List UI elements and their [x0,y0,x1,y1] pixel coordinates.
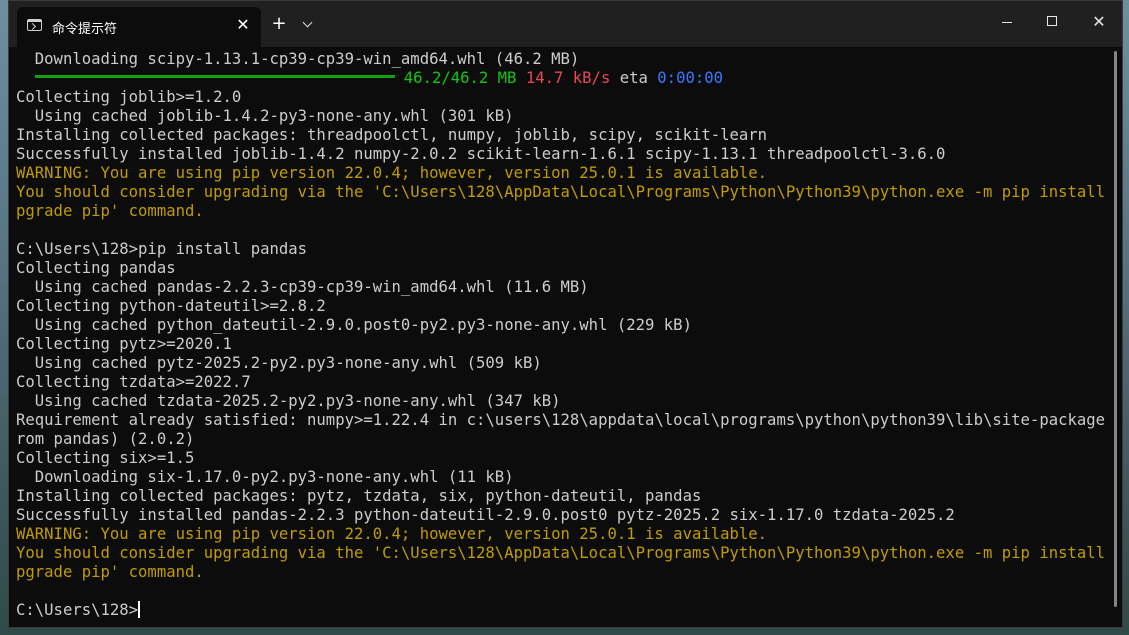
chevron-down-icon [302,17,313,28]
line-text: Collecting joblib>=1.2.0 [16,88,242,106]
tab-dropdown-button[interactable] [297,14,319,36]
console-line: Using cached joblib-1.4.2-py3-none-any.w… [16,107,1106,126]
line-text: Using cached joblib-1.4.2-py3-none-any.w… [16,107,514,125]
console-output[interactable]: Downloading scipy-1.13.1-cp39-cp39-win_a… [16,50,1106,625]
console-line: Collecting tzdata>=2022.7 [16,373,1106,392]
eta-value: 0:00:00 [657,69,724,87]
console-line: Downloading six-1.17.0-py2.py3-none-any.… [16,468,1106,487]
eta-label: eta [619,69,648,87]
console-line: Collecting python-dateutil>=2.8.2 [16,297,1106,316]
new-tab-button[interactable]: + [267,14,291,36]
download-size: 46.2/46.2 MB [403,69,517,87]
line-text: Using cached pytz-2025.2-py2.py3-none-an… [16,354,542,372]
line-text: Collecting pandas [16,259,176,277]
line-text: Installing collected packages: threadpoo… [16,126,768,144]
console-line: rom pandas) (2.0.2) [16,430,1106,449]
terminal-window: 命令提示符 ✕ + ✕ Downloading scipy-1.13.1-cp3… [8,0,1123,628]
tab-title: 命令提示符 [52,22,118,37]
line-text: Collecting tzdata>=2022.7 [16,373,251,391]
line-text: Successfully installed joblib-1.4.2 nump… [16,145,946,163]
console-line: Collecting joblib>=1.2.0 [16,88,1106,107]
maximize-button[interactable] [1030,7,1076,37]
progress-line: 46.2/46.2 MB 14.7 kB/s eta 0:00:00 [16,69,1106,88]
line-text: Collecting six>=1.5 [16,449,195,467]
text-cursor [138,601,141,618]
line-text: rom pandas) (2.0.2) [16,430,195,448]
terminal-icon [27,19,42,31]
console-line: pgrade pip' command. [16,563,1106,582]
console-line: Using cached tzdata-2025.2-py2.py3-none-… [16,392,1106,411]
warning-text: WARNING: You are using pip version 22.0.… [16,525,768,543]
download-progress-bar [34,75,395,78]
console-line: pgrade pip' command. [16,202,1106,221]
tab-command-prompt[interactable]: 命令提示符 ✕ [17,7,261,47]
warning-text: You should consider upgrading via the 'C… [16,183,1106,201]
line-text: Using cached python_dateutil-2.9.0.post0… [16,316,692,334]
minimize-icon [1002,22,1012,23]
console-line: Using cached pytz-2025.2-py2.py3-none-an… [16,354,1106,373]
console-line: Collecting pandas [16,259,1106,278]
tab-close-icon[interactable]: ✕ [233,15,253,35]
command-prompt-line: C:\Users\128> [16,601,1106,620]
console-line: Installing collected packages: pytz, tzd… [16,487,1106,506]
close-button[interactable]: ✕ [1076,7,1122,37]
console-line: You should consider upgrading via the 'C… [16,183,1106,202]
line-text: Successfully installed pandas-2.2.3 pyth… [16,506,955,524]
warning-text: WARNING: You are using pip version 22.0.… [16,164,768,182]
maximize-icon [1047,16,1057,26]
console-line: Using cached python_dateutil-2.9.0.post0… [16,316,1106,335]
console-line: WARNING: You are using pip version 22.0.… [16,164,1106,183]
line-text: Downloading scipy-1.13.1-cp39-cp39-win_a… [16,50,580,68]
line-text: Collecting python-dateutil>=2.8.2 [16,297,326,315]
line-text: Using cached pandas-2.2.3-cp39-cp39-win_… [16,278,589,296]
console-line: C:\Users\128>pip install pandas [16,240,1106,259]
close-icon: ✕ [1092,12,1106,31]
line-text: Installing collected packages: pytz, tzd… [16,487,702,505]
scrollbar[interactable] [1114,51,1117,607]
minimize-button[interactable] [984,7,1030,37]
console-line: Downloading scipy-1.13.1-cp39-cp39-win_a… [16,50,1106,69]
console-line: Using cached pandas-2.2.3-cp39-cp39-win_… [16,278,1106,297]
console-line: Collecting pytz>=2020.1 [16,335,1106,354]
console-line: Requirement already satisfied: numpy>=1.… [16,411,1106,430]
console-line: WARNING: You are using pip version 22.0.… [16,525,1106,544]
console-line: Successfully installed pandas-2.2.3 pyth… [16,506,1106,525]
line-text: Using cached tzdata-2025.2-py2.py3-none-… [16,392,561,410]
console-line: You should consider upgrading via the 'C… [16,544,1106,563]
line-text: Collecting pytz>=2020.1 [16,335,232,353]
line-text: C:\Users\128>pip install pandas [16,240,308,258]
warning-text: pgrade pip' command. [16,563,204,581]
console-line: Successfully installed joblib-1.4.2 nump… [16,145,1106,164]
line-text: Downloading six-1.17.0-py2.py3-none-any.… [16,468,514,486]
title-bar: 命令提示符 ✕ + ✕ [9,1,1122,47]
console-line: Collecting six>=1.5 [16,449,1106,468]
download-speed: 14.7 kB/s [525,69,611,87]
line-text: Requirement already satisfied: numpy>=1.… [16,411,1106,429]
console-line: Installing collected packages: threadpoo… [16,126,1106,145]
warning-text: You should consider upgrading via the 'C… [16,544,1106,562]
line-text: C:\Users\128> [16,601,139,619]
warning-text: pgrade pip' command. [16,202,204,220]
